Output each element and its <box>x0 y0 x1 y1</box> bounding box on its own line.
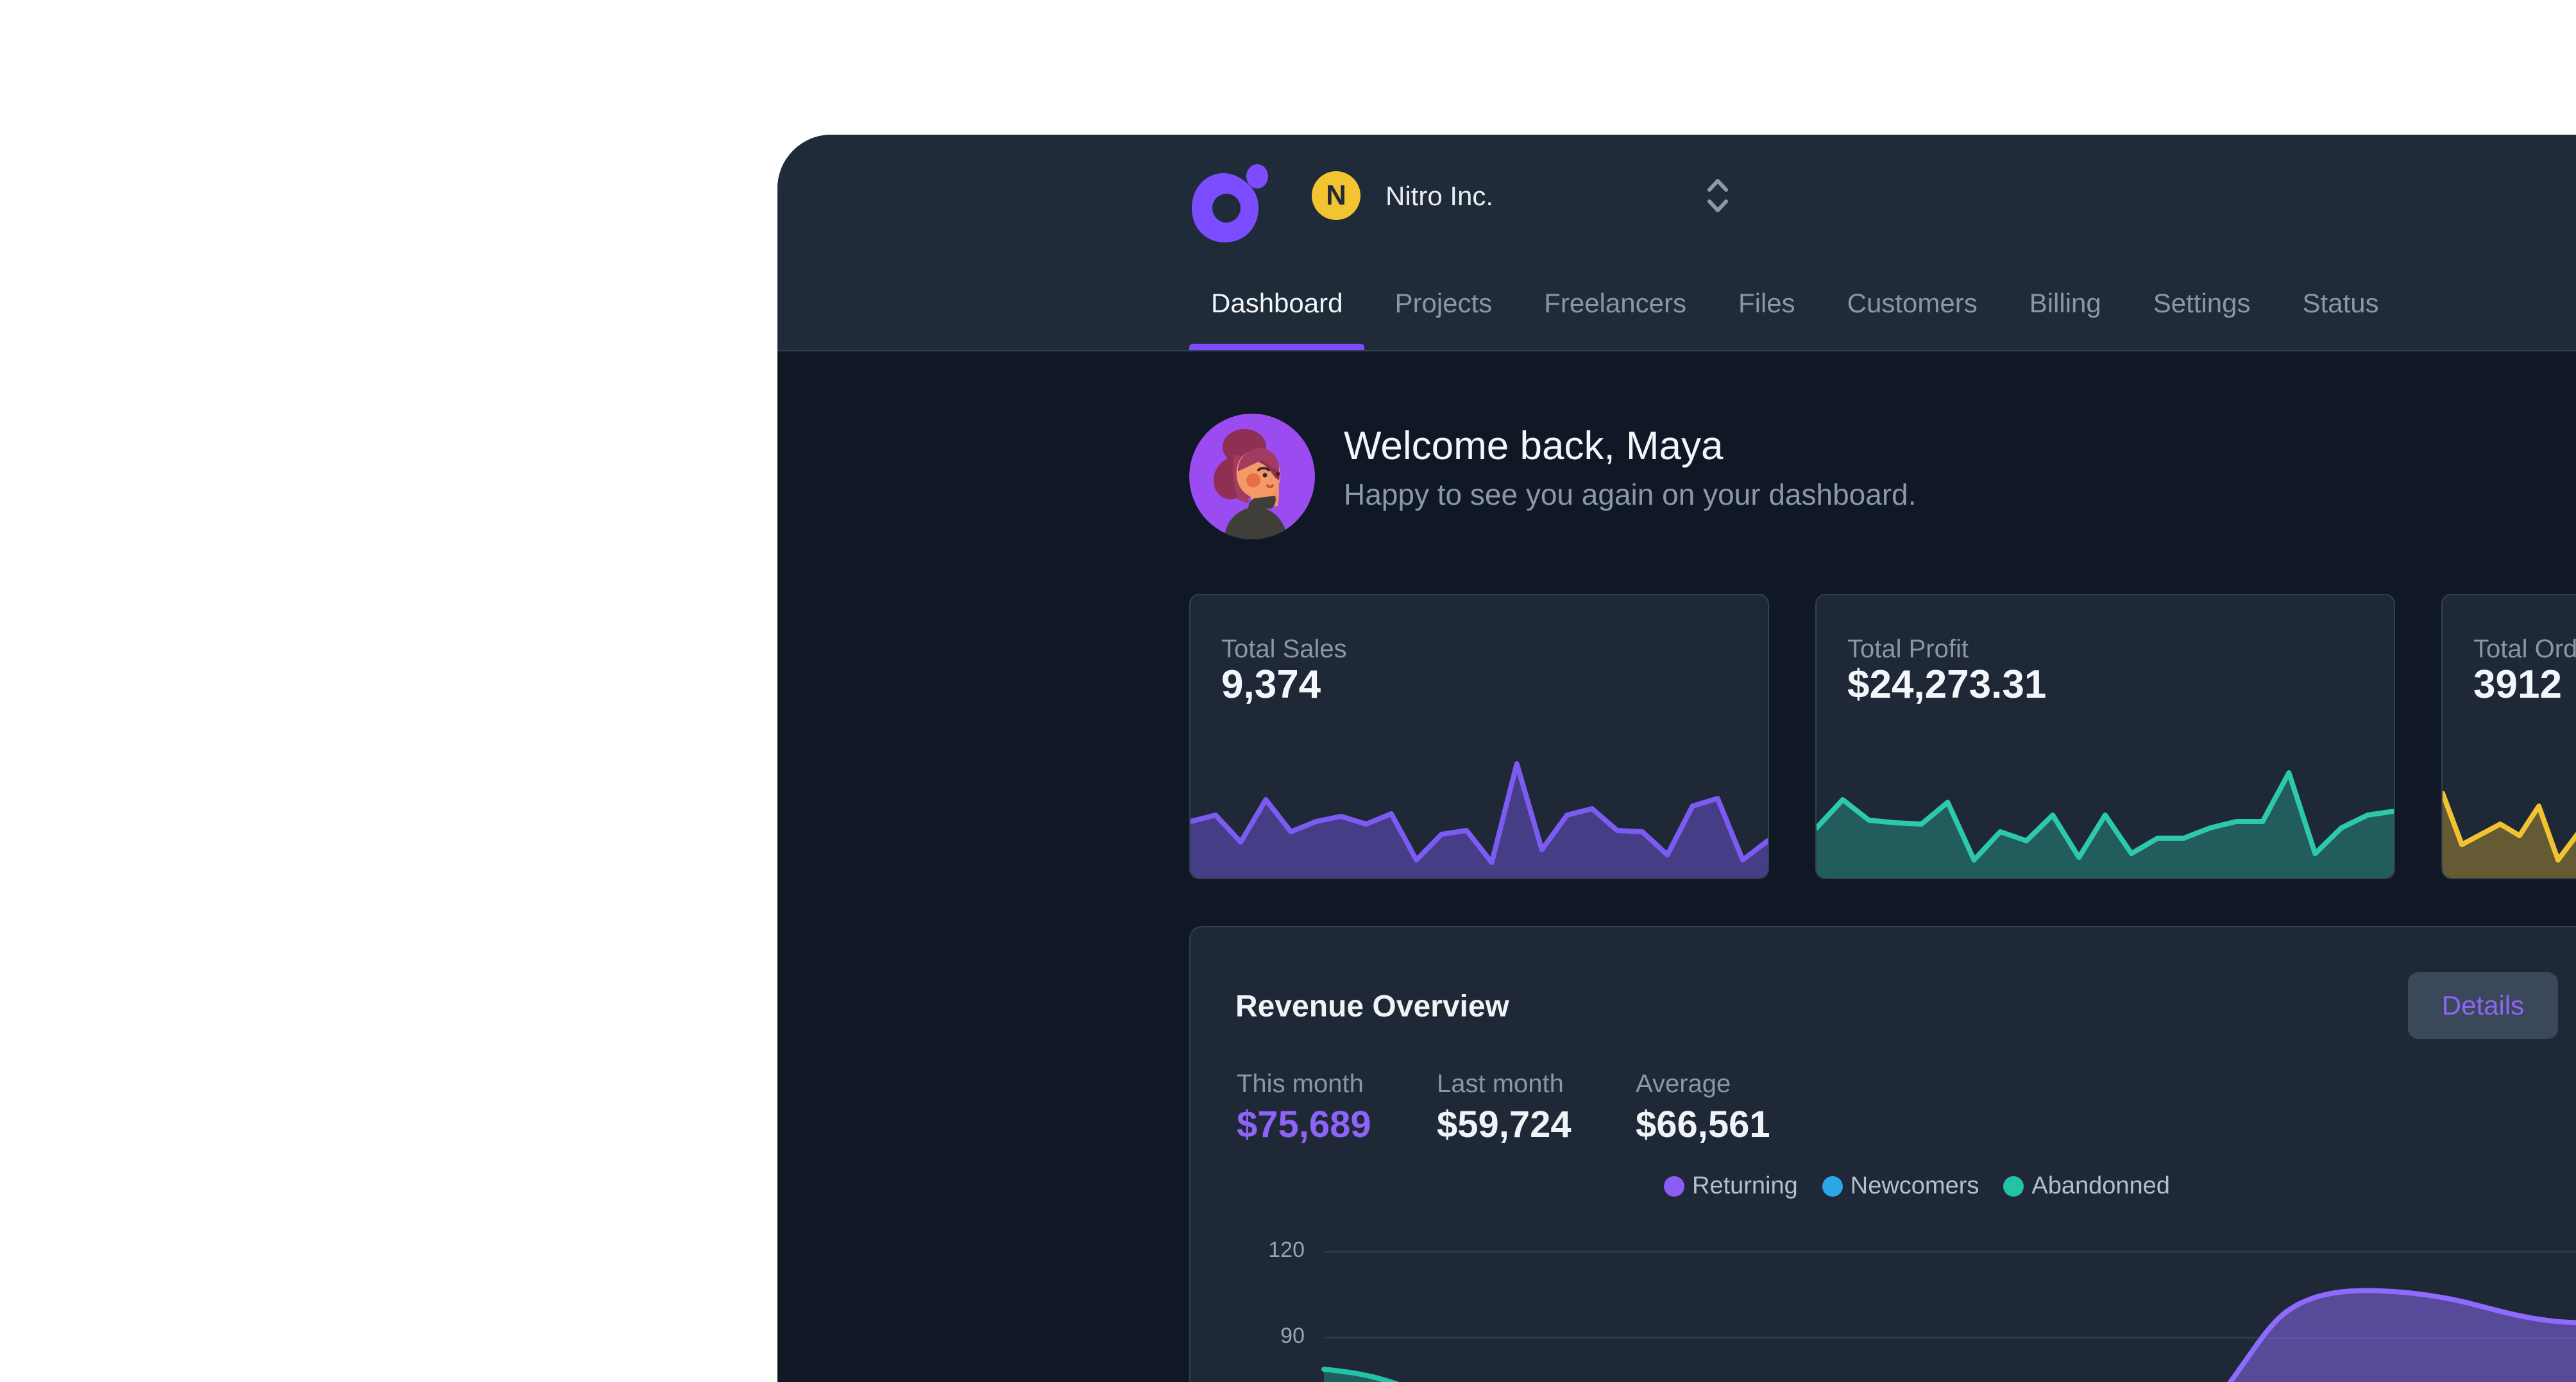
chart-legend: Returning Newcomers Abandonned <box>1664 1172 2170 1200</box>
revenue-overview-panel: Revenue Overview Details This month $75,… <box>1189 926 2576 1382</box>
stat-card-label: Total Sales <box>1221 635 1347 664</box>
stat-card-total-orders: Total Orders 3912 <box>2441 594 2576 879</box>
stat-card-label: Total Profit <box>1847 635 1969 664</box>
panel-title: Revenue Overview <box>1235 989 1509 1024</box>
tab-freelancers[interactable]: Freelancers <box>1522 257 1708 350</box>
tab-billing[interactable]: Billing <box>2008 257 2123 350</box>
main-nav: Dashboard Projects Freelancers Files Cus… <box>1189 257 2401 350</box>
details-button[interactable]: Details <box>2408 972 2558 1039</box>
org-switcher-chevrons-icon[interactable] <box>1706 176 1729 215</box>
legend-dot-returning <box>1664 1176 1684 1197</box>
stat-card-total-profit: Total Profit $24,273.31 <box>1815 594 2395 879</box>
tab-customers[interactable]: Customers <box>1826 257 1999 350</box>
dashboard-window: N Nitro Inc. Dashboard Projects Freelanc… <box>777 135 2576 1382</box>
tab-settings[interactable]: Settings <box>2131 257 2273 350</box>
stat-card-value: $24,273.31 <box>1847 662 2046 707</box>
tab-files[interactable]: Files <box>1716 257 1817 350</box>
dashboard-content: Welcome back, Maya Happy to see you agai… <box>777 351 2576 1382</box>
welcome-subtitle: Happy to see you again on your dashboard… <box>1344 477 1917 512</box>
org-badge-letter: N <box>1326 180 1346 212</box>
app-logo-icon <box>1191 160 1274 244</box>
stat-card-value: 9,374 <box>1221 662 1321 707</box>
total-profit-sparkline <box>1817 739 2394 878</box>
stat-card-label: Total Orders <box>2473 635 2576 664</box>
legend-dot-abandonned <box>2003 1176 2024 1197</box>
org-badge-icon: N <box>1312 171 1360 220</box>
tab-status[interactable]: Status <box>2281 257 2401 350</box>
stat-card-total-sales: Total Sales 9,374 <box>1189 594 1769 879</box>
legend-dot-newcomers <box>1822 1176 1843 1197</box>
page-background: N Nitro Inc. Dashboard Projects Freelanc… <box>0 0 2576 1382</box>
org-name: Nitro Inc. <box>1385 181 1493 212</box>
legend-item-newcomers: Newcomers <box>1822 1172 1979 1200</box>
tab-dashboard[interactable]: Dashboard <box>1189 257 1364 350</box>
legend-item-abandonned: Abandonned <box>2003 1172 2170 1200</box>
revenue-chart <box>1191 1203 2576 1382</box>
avatar <box>1189 414 1315 539</box>
total-sales-sparkline <box>1191 739 1768 878</box>
tab-projects[interactable]: Projects <box>1373 257 1514 350</box>
total-orders-sparkline <box>2443 739 2576 878</box>
stat-card-value: 3912 <box>2473 662 2562 707</box>
welcome-title: Welcome back, Maya <box>1344 423 1724 469</box>
legend-item-returning: Returning <box>1664 1172 1798 1200</box>
app-header: N Nitro Inc. Dashboard Projects Freelanc… <box>777 135 2576 351</box>
